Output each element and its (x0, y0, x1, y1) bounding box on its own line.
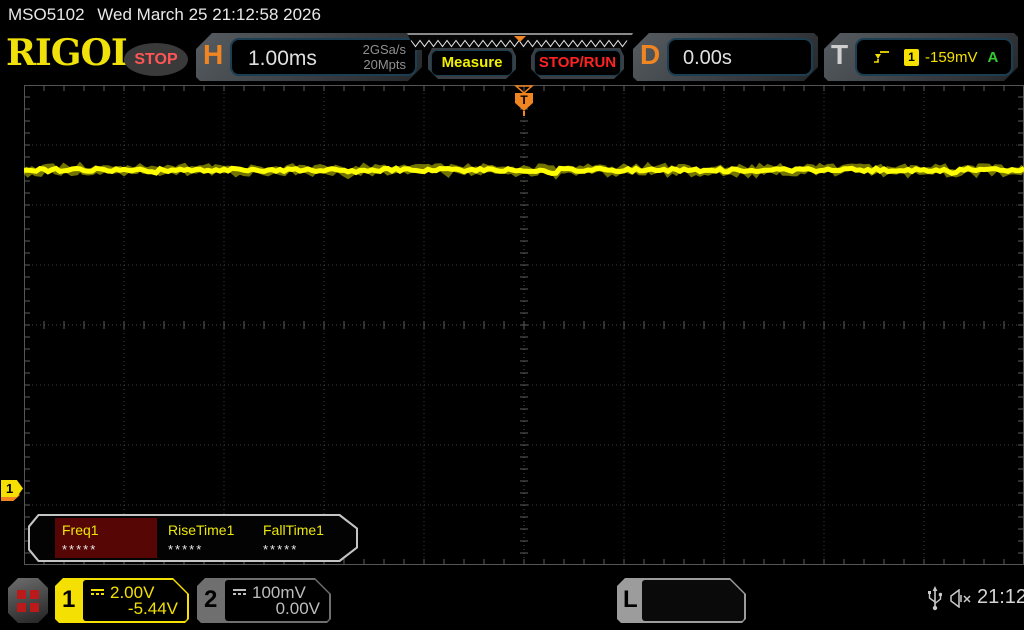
measurement-value: ***** (168, 542, 204, 557)
channel1-offset-value: -5.44V (127, 599, 178, 618)
measurement-item-risetime1[interactable]: RiseTime1 ***** (161, 518, 256, 558)
measurement-value: ***** (263, 542, 299, 557)
acquisition-readout: 2GSa/s 20Mpts (363, 42, 406, 72)
trigger-position-flag: T (515, 93, 533, 111)
measurement-name: Freq1 (62, 522, 99, 538)
acquisition-status-badge: STOP (124, 43, 188, 76)
trigger-position-marker[interactable]: T (514, 85, 534, 116)
logic-analyzer-block[interactable]: L 0 1 2 3 4 5 6 7 8 9 10 11 12 13 14 15 (617, 578, 746, 623)
measurement-panel-body: Freq1 ***** RiseTime1 ***** FallTime1 **… (30, 516, 356, 560)
measure-button[interactable]: Measure (428, 48, 516, 79)
logic-analyzer-label: L (623, 586, 638, 613)
channel2-number: 2 (204, 586, 218, 613)
delay-label: D (640, 39, 661, 70)
timebase-value: 1.00ms (248, 47, 317, 70)
trigger-label: T (831, 39, 849, 70)
trigger-source-badge: 1 (904, 49, 919, 66)
channel2-offset-value: 0.00V (275, 599, 320, 618)
logic-channels-row1: 0 1 2 3 4 5 6 7 (654, 620, 734, 630)
delay-value: 0.00s (683, 47, 732, 69)
memory-depth-value: 20Mpts (363, 57, 406, 72)
channel1-number: 1 (62, 586, 76, 613)
channel2-readout: 100mV 0.00V (225, 580, 329, 621)
status-bar: MSO5102 Wed March 25 21:12:58 2026 (0, 0, 1024, 30)
measurement-name: FallTime1 (263, 522, 324, 538)
bottom-bar: 1 2.00V -5.44V 2 100mV 0.00V L 0 1 2 3 4… (0, 570, 1024, 630)
clock-text: 21:12 (977, 586, 1024, 608)
channel1-status-block[interactable]: 1 2.00V -5.44V (55, 578, 189, 623)
trigger-position-outline-icon (514, 85, 534, 94)
toolbar: RIGOL STOP H 1.00ms 2GSa/s 20Mpts Measur… (0, 30, 1024, 85)
trigger-level-value: -159mV (925, 48, 978, 66)
horizontal-readout: 1.00ms 2GSa/s 20Mpts (230, 38, 417, 76)
usb-icon (928, 586, 942, 611)
stop-run-button[interactable]: STOP/RUN (531, 48, 624, 79)
horizontal-settings-button[interactable]: H 1.00ms 2GSa/s 20Mpts (196, 33, 422, 81)
graticule: T Freq1 ***** RiseTime1 ***** FallTime1 … (21, 85, 1024, 565)
channel2-status-block[interactable]: 2 100mV 0.00V (197, 578, 331, 623)
falling-edge-icon (873, 49, 890, 65)
horizontal-label: H (203, 39, 224, 70)
delay-settings-button[interactable]: D 0.00s (633, 33, 818, 81)
rigol-logo: RIGOL (6, 32, 136, 74)
waveform-overview-strip[interactable] (407, 33, 633, 50)
datetime-text: Wed March 25 21:12:58 2026 (97, 5, 321, 24)
measurement-panel: Freq1 ***** RiseTime1 ***** FallTime1 **… (28, 514, 358, 562)
measurement-name: RiseTime1 (168, 522, 235, 538)
dc-coupling-icon (91, 589, 104, 595)
channel1-position-marker[interactable]: 1 (1, 480, 23, 497)
trigger-readout: 1 -159mV A (855, 38, 1013, 76)
measure-button-label: Measure (431, 50, 513, 76)
trigger-mode-value: A (987, 48, 999, 66)
measurement-item-freq1[interactable]: Freq1 ***** (55, 518, 157, 558)
channel1-readout: 2.00V -5.44V (83, 580, 187, 621)
trigger-position-stem (523, 111, 525, 116)
stop-run-button-label: STOP/RUN (534, 50, 621, 76)
trigger-settings-button[interactable]: T 1 -159mV A (824, 33, 1018, 81)
model-name: MSO5102 (8, 5, 85, 24)
dc-coupling-icon (233, 589, 246, 595)
oscilloscope-screen: MSO5102 Wed March 25 21:12:58 2026 RIGOL… (0, 0, 1024, 630)
menu-grid-icon[interactable] (8, 578, 48, 623)
logic-channel-list: 0 1 2 3 4 5 6 7 8 9 10 11 12 13 14 15 (642, 580, 744, 621)
delay-readout: 0.00s (667, 38, 813, 76)
grid-and-trace (21, 85, 1024, 565)
measurement-item-falltime1[interactable]: FallTime1 ***** (256, 518, 352, 558)
measurement-value: ***** (62, 542, 98, 557)
speaker-muted-icon (950, 589, 971, 608)
strip-position-marker (514, 36, 526, 42)
sample-rate-value: 2GSa/s (362, 42, 406, 57)
